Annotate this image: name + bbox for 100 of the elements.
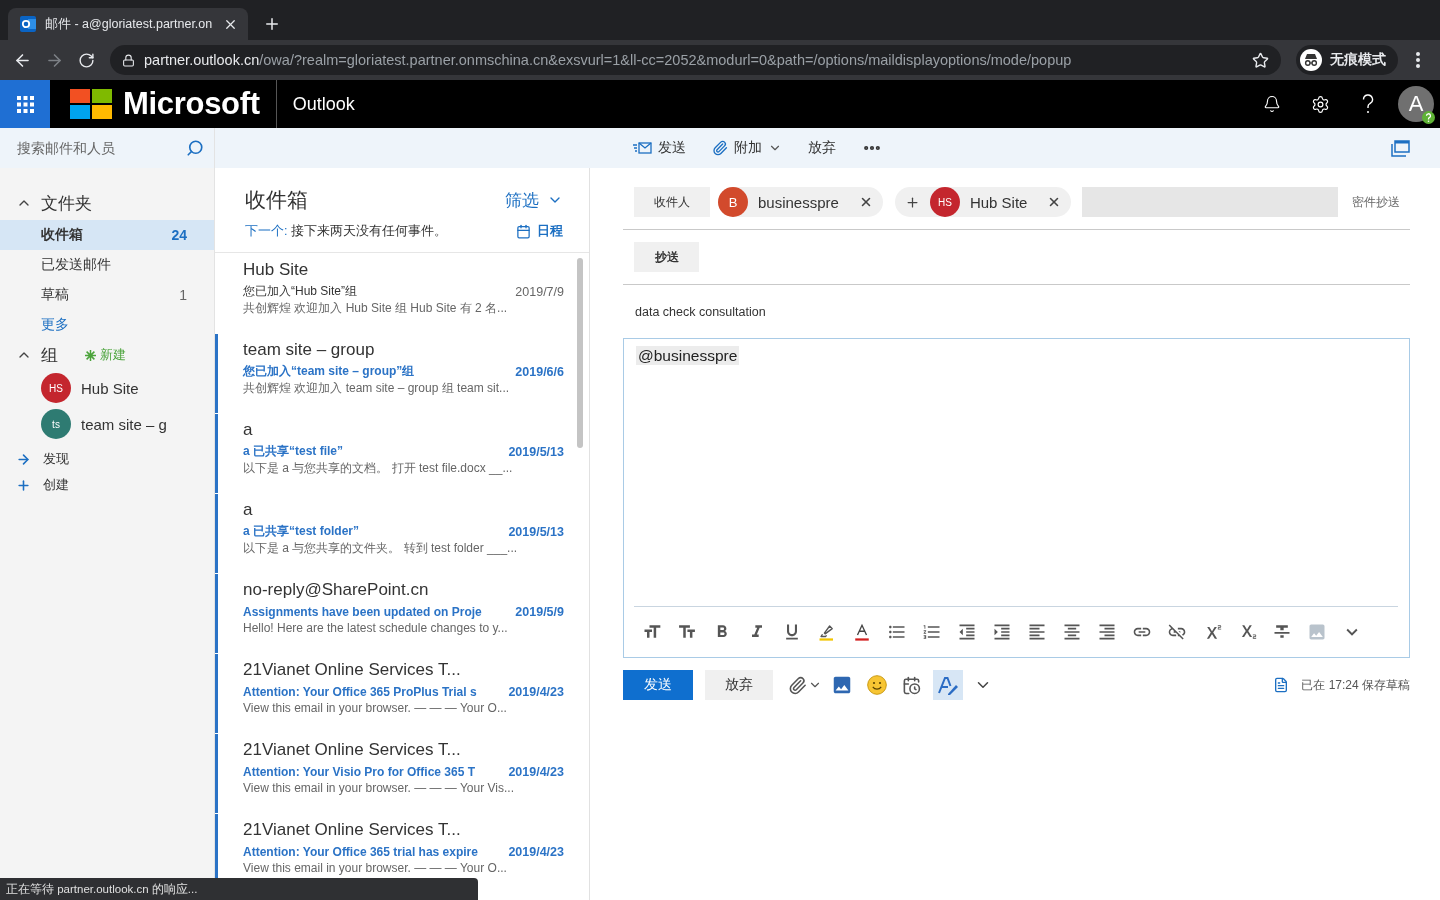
kebab-menu-icon	[1416, 52, 1420, 68]
browser-tab[interactable]: 邮件 - a@gloriatest.partner.on	[8, 8, 248, 40]
group-avatar: HS	[41, 373, 71, 403]
calendar-icon	[516, 223, 531, 239]
unlink-icon[interactable]	[1166, 622, 1187, 642]
create-action[interactable]: 创建	[0, 472, 214, 498]
message-item[interactable]: Hub Site 您已加入“Hub Site”组 2019/7/9 共创辉煌 欢迎加入 Hub Site 组 Hub Site 有 2 名...	[215, 254, 589, 333]
search-button[interactable]	[186, 139, 204, 157]
sender-name: a	[243, 499, 254, 521]
recipient-avatar: B	[718, 187, 748, 217]
message-preview: 共创辉煌 欢迎加入 team site – group 组 team sit...	[243, 380, 511, 397]
lock-icon	[122, 53, 135, 67]
unread-count: 24	[171, 227, 187, 243]
smiley-icon[interactable]	[867, 675, 887, 695]
pen-letter-icon	[937, 674, 959, 696]
message-item[interactable]: no-reply@SharePoint.cn Assignments have been updated on Proje 2019/5/9 Hello! Here are the latest schedule changes to y...	[215, 574, 589, 653]
user-avatar: A	[1398, 86, 1434, 122]
cc-button[interactable]: 抄送	[634, 242, 699, 272]
message-item[interactable]: 21Vianet Online Services T... Attention: Your Office 365 ProPlus Trial s 2019/4/23 View this email in your browser. — — — Your O...	[215, 654, 589, 733]
folder-item[interactable]: 已发送邮件	[0, 250, 214, 280]
sender-name: no-reply@SharePoint.cn	[243, 579, 430, 601]
recipient-avatar: HS	[929, 187, 960, 217]
draft-status: 已在 17:24 保存草稿	[1301, 676, 1410, 694]
reload-icon	[77, 51, 95, 69]
expand-plus-icon[interactable]	[904, 194, 920, 210]
folder-item[interactable]: 草稿 1	[0, 280, 214, 310]
action-label: 创建	[43, 476, 69, 494]
group-avatar: ts	[41, 409, 71, 439]
to-button[interactable]: 收件人	[634, 187, 710, 217]
paperclip-icon[interactable]	[787, 675, 807, 695]
message-date: 2019/5/13	[508, 444, 564, 459]
tab-title: 邮件 - a@gloriatest.partner.on	[45, 15, 214, 33]
scrollbar-thumb[interactable]	[577, 258, 583, 448]
recipient-input-field[interactable]	[1082, 187, 1339, 217]
incognito-icon	[1300, 49, 1322, 71]
app-launcher-button[interactable]	[0, 80, 50, 128]
action-label: 发现	[43, 450, 69, 468]
agenda-link[interactable]: 日程	[516, 222, 563, 240]
incognito-profile-button[interactable]: 无痕模式	[1296, 45, 1398, 75]
recipient-chip[interactable]: B businesspre	[718, 187, 883, 217]
loading-status-toast: 正在等待 partner.outlook.cn 的响应...	[0, 878, 478, 900]
sender-name: 21Vianet Online Services T...	[243, 819, 462, 841]
address-bar[interactable]: partner.outlook.cn/owa/?realm=gloriatest.partner.onmschina.cn&exsvurl=1&ll-cc=2052&modurl=0&path=/options/maildisplayoptions/mode/popup	[110, 45, 1281, 75]
sender-name: Hub Site	[243, 259, 310, 281]
message-subject: 您已加入“team site – group”组	[243, 363, 415, 380]
more-link[interactable]: 更多	[41, 310, 69, 340]
star-icon[interactable]	[1252, 51, 1269, 69]
filter-button[interactable]: 筛选	[505, 188, 563, 212]
message-subject: Assignments have been updated on Proje	[243, 604, 482, 619]
group-item[interactable]: ts team site – g	[0, 406, 214, 442]
message-preview: View this email in your browser. — — — Your O...	[243, 700, 508, 717]
font-color-icon[interactable]	[852, 623, 871, 641]
message-preview: 以下是 a 与您共享的文件夹。 转到 test folder ___...	[243, 540, 519, 557]
recipient-name: Hub Site	[969, 193, 1028, 211]
app-grid-icon	[16, 95, 34, 113]
recipient-name: businesspre	[758, 193, 839, 211]
message-preview: 共创辉煌 欢迎加入 Hub Site 组 Hub Site 有 2 名...	[243, 300, 509, 317]
sender-name: team site – group	[243, 339, 376, 361]
message-preview: View this email in your browser. — — — Your Vis...	[243, 780, 515, 797]
highlighter-icon[interactable]	[817, 623, 836, 641]
document-icon	[1273, 677, 1290, 693]
plus-icon	[263, 15, 281, 33]
pop-out-icon[interactable]	[1391, 139, 1410, 157]
message-date: 2019/6/6	[515, 364, 564, 379]
bcc-link[interactable]: 密件抄送	[1352, 193, 1400, 211]
group-name: team site – g	[81, 415, 167, 433]
send-mail-icon	[633, 141, 652, 155]
picture-icon[interactable]	[831, 674, 853, 696]
message-preview: Hello! Here are the latest schedule changes to y...	[243, 620, 509, 637]
recipient-chip[interactable]: HS Hub Site	[894, 187, 1072, 217]
help-icon[interactable]	[1362, 94, 1374, 114]
discover-action[interactable]: 发现	[0, 446, 214, 472]
group-item[interactable]: HS Hub Site	[0, 370, 214, 406]
attach-button[interactable]: 附加	[712, 133, 782, 163]
message-item[interactable]: a a 已共享“test folder” 2019/5/13 以下是 a 与您共享的文件夹。 转到 test folder ___...	[215, 494, 589, 573]
message-subject: a 已共享“test file”	[243, 443, 344, 460]
folder-item[interactable]: 收件箱 24	[0, 220, 214, 250]
sender-name: a	[243, 419, 254, 441]
message-date: 2019/4/23	[508, 684, 564, 699]
calendar-clock-icon[interactable]	[901, 675, 921, 695]
send-button[interactable]: 发送	[633, 133, 686, 163]
message-subject: Attention: Your Office 365 trial has expire	[243, 844, 478, 859]
message-body-field[interactable]: @businesspre	[624, 339, 1409, 606]
account-button[interactable]: A	[1392, 80, 1440, 128]
format-toggle-button[interactable]	[933, 670, 963, 700]
message-date: 2019/5/13	[508, 524, 564, 539]
message-subject: 您已加入“Hub Site”组	[243, 283, 358, 300]
search-field[interactable]: 搜索邮件和人员	[0, 128, 214, 168]
arrow-right-icon	[16, 451, 31, 467]
send-button[interactable]: 发送	[623, 670, 693, 700]
folder-name: 已发送邮件	[41, 256, 111, 274]
subject-field[interactable]: data check consultation	[635, 304, 766, 319]
discard-button[interactable]: 放弃	[705, 670, 773, 700]
folders-heading: 文件夹	[41, 192, 92, 215]
message-date: 2019/4/23	[508, 844, 564, 859]
discard-button[interactable]: 放弃	[808, 133, 836, 163]
inbox-title: 收件箱	[245, 187, 308, 213]
plus-icon	[16, 477, 31, 493]
message-item[interactable]: 21Vianet Online Services T... Attention: Your Visio Pro for Office 365 T 2019/4/23 View this email in your browser. — — — Your Vis...	[215, 734, 589, 813]
numbered-list-icon[interactable]	[921, 622, 942, 642]
